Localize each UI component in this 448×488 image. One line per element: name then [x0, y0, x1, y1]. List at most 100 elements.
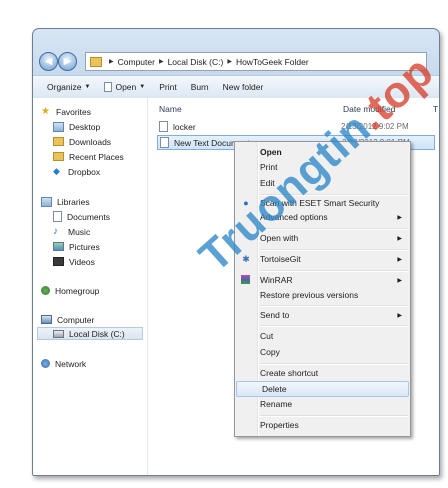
organize-button[interactable]: Organize ▼ [47, 82, 90, 92]
menu-send-to[interactable]: Send to ▶ [235, 308, 410, 322]
menu-tortoisegit[interactable]: ✱ TortoiseGit ▶ [235, 252, 410, 266]
menu-label: Open [260, 147, 282, 157]
burn-button[interactable]: Burn [191, 82, 209, 92]
nav-videos[interactable]: Videos [53, 255, 95, 268]
menu-open[interactable]: Open [235, 145, 410, 159]
column-header-name[interactable]: Name [159, 104, 182, 114]
nav-documents[interactable]: Documents [53, 210, 110, 223]
menu-print[interactable]: Print [235, 160, 410, 174]
menu-separator [260, 270, 408, 272]
submenu-arrow-icon: ▶ [397, 277, 402, 284]
organize-label: Organize [47, 82, 82, 92]
nav-label: Computer [57, 314, 95, 325]
context-menu: Open Print Edit ● Scan with ESET Smart Se… [234, 141, 411, 437]
documents-icon [53, 211, 62, 222]
downloads-folder-icon [53, 137, 64, 146]
open-label: Open [115, 82, 137, 92]
menu-label: Edit [260, 178, 275, 188]
text-file-icon [160, 137, 169, 148]
column-header-date[interactable]: Date modified [343, 104, 395, 114]
print-button[interactable]: Print [159, 82, 176, 92]
menu-label: Create shortcut [260, 368, 319, 378]
menu-winrar[interactable]: WinRAR ▶ [235, 273, 410, 287]
menu-separator [260, 325, 408, 327]
chevron-right-icon: ▶ [227, 59, 232, 65]
menu-scan-eset[interactable]: ● Scan with ESET Smart Security [235, 196, 410, 210]
nav-label: Downloads [69, 136, 112, 147]
menu-label: Print [260, 162, 278, 172]
menu-label: Send to [260, 310, 290, 320]
nav-recent-places[interactable]: Recent Places [53, 150, 124, 163]
menu-create-shortcut[interactable]: Create shortcut [235, 366, 410, 380]
menu-advanced-options[interactable]: Advanced options ▶ [235, 210, 410, 224]
menu-separator [260, 228, 408, 230]
menu-label: Rename [260, 399, 293, 409]
nav-label: Local Disk (C:) [69, 328, 125, 339]
chevron-right-icon: ▶ [158, 59, 164, 65]
nav-network[interactable]: Network [41, 357, 86, 370]
nav-music[interactable]: ♪ Music [53, 225, 90, 238]
nav-local-disk[interactable]: Local Disk (C:) [37, 327, 143, 340]
navigation-pane: ★ Favorites Desktop Downloads Recent Plac… [33, 98, 148, 475]
nav-label: Dropbox [68, 166, 101, 177]
winrar-icon [241, 275, 250, 284]
menu-copy[interactable]: Copy [235, 345, 410, 359]
nav-computer[interactable]: Computer [41, 313, 94, 326]
address-bar[interactable]: ▶ Computer ▶ Local Disk (C:) ▶ HowToGeek… [85, 52, 427, 71]
nav-libraries[interactable]: Libraries [41, 195, 90, 208]
menu-label: Delete [262, 384, 287, 394]
menu-properties[interactable]: Properties [235, 418, 410, 432]
drive-icon [53, 329, 64, 338]
nav-label: Homegroup [55, 285, 100, 296]
nav-label: Network [55, 358, 87, 369]
forward-button[interactable]: ▶ [58, 52, 77, 71]
menu-rename[interactable]: Rename [235, 397, 410, 411]
command-bar: Organize ▼ Open ▼ Print Burn New folder [33, 75, 439, 99]
menu-restore-previous-versions[interactable]: Restore previous versions [235, 288, 410, 302]
eset-shield-icon: ● [243, 198, 249, 208]
menu-label: Advanced options [260, 212, 328, 222]
nav-favorites[interactable]: ★ Favorites [41, 105, 91, 118]
file-row-locker[interactable]: locker 2/13/2012 9:02 PM [157, 120, 435, 133]
menu-open-with[interactable]: Open with ▶ [235, 231, 410, 245]
nav-downloads[interactable]: Downloads [53, 135, 111, 148]
new-folder-button[interactable]: New folder [223, 82, 264, 92]
menu-label: Open with [260, 233, 299, 243]
back-button[interactable]: ◀ [39, 52, 58, 71]
document-icon [104, 82, 113, 92]
nav-pictures[interactable]: Pictures [53, 240, 100, 253]
nav-desktop[interactable]: Desktop [53, 120, 100, 133]
nav-label: Music [68, 226, 91, 237]
chevron-down-icon: ▼ [84, 84, 91, 90]
open-button[interactable]: Open ▼ [104, 82, 145, 92]
submenu-arrow-icon: ▶ [397, 214, 402, 221]
menu-separator [260, 363, 408, 365]
column-header-type[interactable]: T [433, 104, 438, 114]
menu-label: Properties [260, 420, 299, 430]
menu-edit[interactable]: Edit [235, 176, 410, 190]
breadcrumb-computer[interactable]: Computer [118, 57, 155, 67]
menu-label: Cut [260, 331, 274, 341]
nav-label: Documents [67, 211, 110, 222]
recent-places-icon [53, 152, 64, 161]
menu-label: WinRAR [260, 275, 293, 285]
menu-cut[interactable]: Cut [235, 329, 410, 343]
submenu-arrow-icon: ▶ [397, 256, 402, 263]
desktop-icon [53, 121, 64, 132]
computer-icon [41, 315, 52, 324]
breadcrumb-local-disk[interactable]: Local Disk (C:) [168, 57, 224, 67]
menu-label: Scan with ESET Smart Security [260, 198, 380, 208]
menu-label: Copy [260, 347, 280, 357]
file-name: locker [173, 121, 196, 132]
libraries-icon [41, 196, 52, 207]
menu-label: TortoiseGit [260, 254, 301, 264]
menu-separator [260, 415, 408, 417]
star-icon: ★ [41, 106, 50, 117]
nav-homegroup[interactable]: Homegroup [41, 284, 99, 297]
nav-dropbox[interactable]: ◆ Dropbox [53, 165, 100, 178]
file-icon [159, 121, 168, 132]
menu-label: Restore previous versions [260, 290, 359, 300]
nav-label: Pictures [69, 241, 100, 252]
menu-delete[interactable]: Delete [236, 381, 409, 397]
breadcrumb-folder[interactable]: HowToGeek Folder [236, 57, 309, 67]
